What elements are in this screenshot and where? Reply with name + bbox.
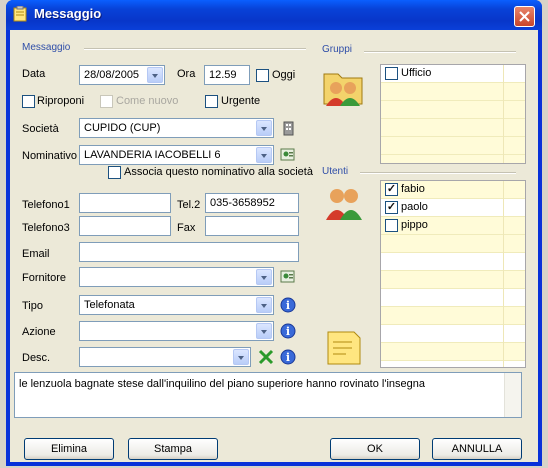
come-nuovo-label: Come nuovo bbox=[116, 95, 179, 107]
utente-name: pippo bbox=[401, 219, 428, 231]
delete-x-icon bbox=[258, 349, 274, 365]
associa-checkbox[interactable] bbox=[108, 166, 121, 179]
clear-desc-button[interactable] bbox=[256, 347, 276, 367]
tipo-label: Tipo bbox=[22, 300, 43, 312]
azione-info-button[interactable]: i bbox=[278, 321, 298, 341]
nominativo-select[interactable]: LAVANDERIA IACOBELLI 6 bbox=[79, 145, 274, 165]
gruppo-checkbox[interactable] bbox=[385, 67, 398, 80]
building-icon bbox=[283, 121, 294, 136]
email-label: Email bbox=[22, 248, 50, 260]
tipo-value: Telefonata bbox=[84, 299, 135, 311]
desc-info-button[interactable]: i bbox=[278, 347, 298, 367]
associa-label: Associa questo nominativo alla società bbox=[124, 166, 313, 178]
note-app-icon bbox=[12, 5, 28, 22]
svg-text:i: i bbox=[286, 351, 290, 364]
notes-scrollbar[interactable] bbox=[504, 373, 521, 417]
data-label: Data bbox=[22, 68, 46, 80]
group-folder-icon bbox=[320, 64, 366, 111]
chevron-down-icon[interactable] bbox=[147, 67, 163, 83]
chevron-down-icon[interactable] bbox=[233, 349, 249, 365]
azione-label: Azione bbox=[22, 326, 56, 338]
annulla-button[interactable]: ANNULLA bbox=[432, 438, 522, 460]
tel2-label: Tel.2 bbox=[177, 199, 201, 211]
utente-name: fabio bbox=[401, 183, 425, 195]
close-button[interactable] bbox=[514, 6, 535, 27]
chevron-down-icon[interactable] bbox=[256, 323, 272, 339]
info-icon: i bbox=[280, 349, 296, 365]
fornitore-label: Fornitore bbox=[22, 272, 67, 284]
notes-textarea[interactable]: le lenzuola bagnate stese dall'inquilino… bbox=[14, 372, 522, 418]
riproponi-label: Riproponi bbox=[37, 95, 85, 107]
chevron-down-icon[interactable] bbox=[256, 120, 272, 136]
desc-label: Desc. bbox=[22, 352, 51, 364]
chevron-down-icon[interactable] bbox=[256, 297, 272, 313]
utente-checkbox[interactable]: ✓ bbox=[385, 201, 398, 214]
section-divider bbox=[84, 48, 306, 50]
info-icon: i bbox=[280, 323, 296, 339]
section-utenti: Utenti bbox=[322, 166, 349, 177]
utente-checkbox[interactable] bbox=[385, 219, 398, 232]
come-nuovo-checkbox bbox=[100, 95, 113, 108]
societa-select[interactable]: CUPIDO (CUP) bbox=[79, 118, 274, 138]
tipo-select[interactable]: Telefonata bbox=[79, 295, 274, 315]
fornitore-select[interactable] bbox=[79, 267, 274, 287]
chevron-down-icon[interactable] bbox=[256, 147, 272, 163]
telefono3-label: Telefono3 bbox=[22, 222, 70, 234]
tel2-input[interactable]: 035-3658952 bbox=[205, 193, 299, 213]
building-button[interactable] bbox=[278, 118, 298, 138]
utente-name: paolo bbox=[401, 201, 428, 213]
users-icon bbox=[324, 186, 364, 225]
fornitore-lookup-button[interactable] bbox=[278, 267, 298, 287]
section-divider bbox=[360, 172, 516, 174]
contact-card-icon bbox=[280, 270, 295, 283]
urgente-label: Urgente bbox=[221, 95, 261, 107]
tipo-info-button[interactable]: i bbox=[278, 295, 298, 315]
chevron-down-icon[interactable] bbox=[256, 269, 272, 285]
info-icon: i bbox=[280, 297, 296, 313]
societa-value: CUPIDO (CUP) bbox=[84, 122, 161, 134]
window-title: Messaggio bbox=[34, 6, 102, 21]
utente-checkbox[interactable]: ✓ bbox=[385, 183, 398, 196]
azione-select[interactable] bbox=[79, 321, 274, 341]
contact-lookup-button[interactable] bbox=[278, 145, 298, 165]
oggi-label: Oggi bbox=[272, 69, 296, 81]
notes-text: le lenzuola bagnate stese dall'inquilino… bbox=[19, 378, 425, 390]
stampa-button[interactable]: Stampa bbox=[128, 438, 218, 460]
nominativo-value: LAVANDERIA IACOBELLI 6 bbox=[84, 149, 221, 161]
svg-text:i: i bbox=[286, 299, 290, 312]
svg-text:i: i bbox=[286, 325, 290, 338]
oggi-checkbox[interactable] bbox=[256, 69, 269, 82]
ok-button[interactable]: OK bbox=[330, 438, 420, 460]
section-divider bbox=[364, 51, 516, 53]
riproponi-checkbox[interactable] bbox=[22, 95, 35, 108]
fax-input[interactable] bbox=[205, 216, 299, 236]
gruppo-name: Ufficio bbox=[401, 67, 432, 79]
date-picker[interactable]: 28/08/2005 bbox=[79, 65, 165, 85]
close-icon bbox=[519, 11, 530, 22]
gruppi-grid: Ufficio bbox=[380, 64, 526, 164]
telefono1-input[interactable] bbox=[79, 193, 171, 213]
ora-label: Ora bbox=[177, 68, 196, 80]
time-field[interactable]: 12.59 bbox=[204, 65, 250, 85]
elimina-button[interactable]: Elimina bbox=[24, 438, 114, 460]
desc-select[interactable] bbox=[79, 347, 251, 367]
telefono1-label: Telefono1 bbox=[22, 199, 70, 211]
email-input[interactable] bbox=[79, 242, 299, 262]
section-gruppi: Gruppi bbox=[322, 44, 353, 55]
note-icon bbox=[324, 326, 364, 369]
societa-label: Società bbox=[22, 123, 59, 135]
fax-label: Fax bbox=[177, 222, 196, 234]
section-messaggio: Messaggio bbox=[22, 42, 71, 53]
telefono3-input[interactable] bbox=[79, 216, 171, 236]
date-value: 28/08/2005 bbox=[84, 69, 140, 81]
nominativo-label: Nominativo bbox=[22, 150, 78, 162]
urgente-checkbox[interactable] bbox=[205, 95, 218, 108]
contact-card-icon bbox=[280, 148, 295, 161]
utenti-grid: ✓ fabio ✓ paolo pippo bbox=[380, 180, 526, 368]
